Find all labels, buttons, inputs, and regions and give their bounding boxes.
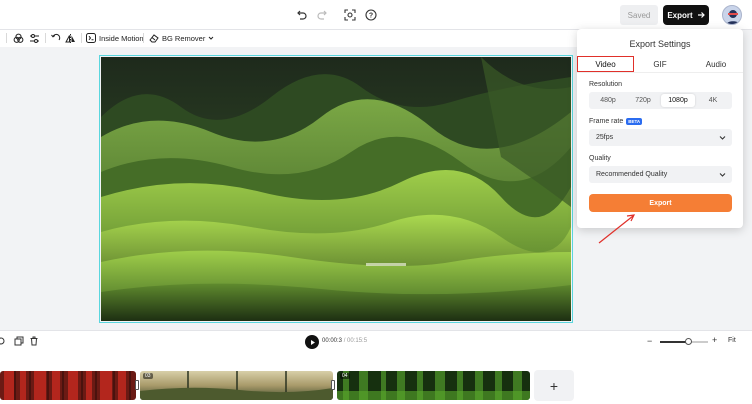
annotation-arrow-icon [598, 214, 636, 244]
arrow-right-icon [697, 12, 705, 18]
frame-rate-label-row: Frame rate BETA [589, 118, 643, 125]
trash-icon[interactable] [27, 334, 41, 348]
zoom-slider-handle[interactable] [685, 338, 693, 345]
avatar[interactable] [722, 5, 742, 25]
zoom-slider[interactable] [660, 338, 708, 345]
time-display: 00:00:3 / 00:15:5 [322, 338, 367, 344]
eraser-icon [149, 34, 159, 43]
frame-rate-label: Frame rate [589, 118, 624, 125]
tab-audio[interactable]: Audio [689, 56, 743, 72]
export-button[interactable]: Export [663, 5, 709, 25]
adjust-icon[interactable] [27, 31, 41, 45]
duplicate-icon[interactable] [12, 334, 26, 348]
chevron-down-icon [209, 36, 214, 40]
transition-handle[interactable] [135, 380, 139, 390]
toolbar-divider [81, 33, 82, 43]
svg-text:?: ? [369, 13, 373, 20]
flip-icon[interactable] [63, 31, 77, 45]
zoom-out-button[interactable]: − [647, 336, 652, 346]
zoom-in-button[interactable]: + [712, 335, 717, 345]
top-bar: ? Saved Export [0, 0, 752, 30]
transition-handle[interactable] [331, 380, 335, 390]
resolution-option-1080p[interactable]: 1080p [661, 94, 695, 107]
inside-motion-button[interactable]: Inside Motion [86, 31, 144, 45]
video-preview-image[interactable] [101, 57, 571, 321]
bg-remover-label: BG Remover [162, 33, 206, 43]
undo-icon[interactable] [292, 6, 310, 24]
quality-value: Recommended Quality [596, 171, 668, 178]
frame-rate-value: 25fps [596, 134, 614, 141]
export-settings-panel: Export Settings Video GIF Audio Resoluti… [577, 29, 743, 228]
resolution-selector: 480p 720p 1080p 4K [589, 92, 732, 109]
redo-icon[interactable] [314, 6, 332, 24]
quality-label: Quality [589, 155, 611, 162]
split-icon[interactable] [0, 334, 10, 348]
chevron-down-icon [719, 173, 726, 177]
clip-number: 03 [143, 373, 153, 379]
rotate-icon[interactable] [48, 31, 62, 45]
time-separator: / [343, 338, 346, 344]
play-icon [310, 339, 315, 345]
timeline: 00:00:3 / 00:15:5 − + Fit 03 04 + [0, 330, 752, 404]
motion-icon [86, 33, 96, 43]
timeline-clip[interactable] [0, 371, 136, 400]
resolution-option-480p[interactable]: 480p [591, 94, 625, 107]
tab-video[interactable]: Video [577, 56, 634, 72]
frame-rate-select[interactable]: 25fps [589, 129, 732, 146]
toolbar-divider [6, 33, 7, 43]
screenshot-icon[interactable] [341, 6, 359, 24]
beta-badge: BETA [626, 118, 643, 125]
resolution-option-720p[interactable]: 720p [626, 94, 660, 107]
help-icon[interactable]: ? [362, 6, 380, 24]
tab-gif[interactable]: GIF [634, 56, 686, 72]
saved-button[interactable]: Saved [620, 5, 658, 25]
panel-title: Export Settings [629, 39, 691, 49]
clip-number: 04 [340, 373, 350, 379]
add-clip-button[interactable]: + [534, 370, 574, 401]
export-button-label: Export [667, 10, 693, 20]
toolbar-divider [45, 33, 46, 43]
export-tabs: Video GIF Audio [577, 56, 743, 72]
bg-remover-button[interactable]: BG Remover [149, 31, 214, 45]
current-time: 00:00:3 [322, 338, 343, 344]
resolution-option-4k[interactable]: 4K [696, 94, 730, 107]
play-button[interactable] [305, 335, 319, 349]
editing-toolbar: Inside Motion BG Remover [0, 30, 580, 47]
chevron-down-icon [719, 136, 726, 140]
inside-motion-label: Inside Motion [99, 33, 144, 43]
timeline-clip[interactable]: 03 [140, 371, 333, 400]
tabs-divider [577, 72, 743, 73]
fit-button[interactable]: Fit [728, 337, 736, 344]
resolution-label: Resolution [589, 81, 623, 88]
quality-select[interactable]: Recommended Quality [589, 166, 732, 183]
timeline-clip[interactable]: 04 [337, 371, 530, 400]
color-filter-icon[interactable] [11, 31, 25, 45]
total-time: 00:15:5 [347, 338, 368, 344]
toolbar-divider [143, 33, 144, 43]
